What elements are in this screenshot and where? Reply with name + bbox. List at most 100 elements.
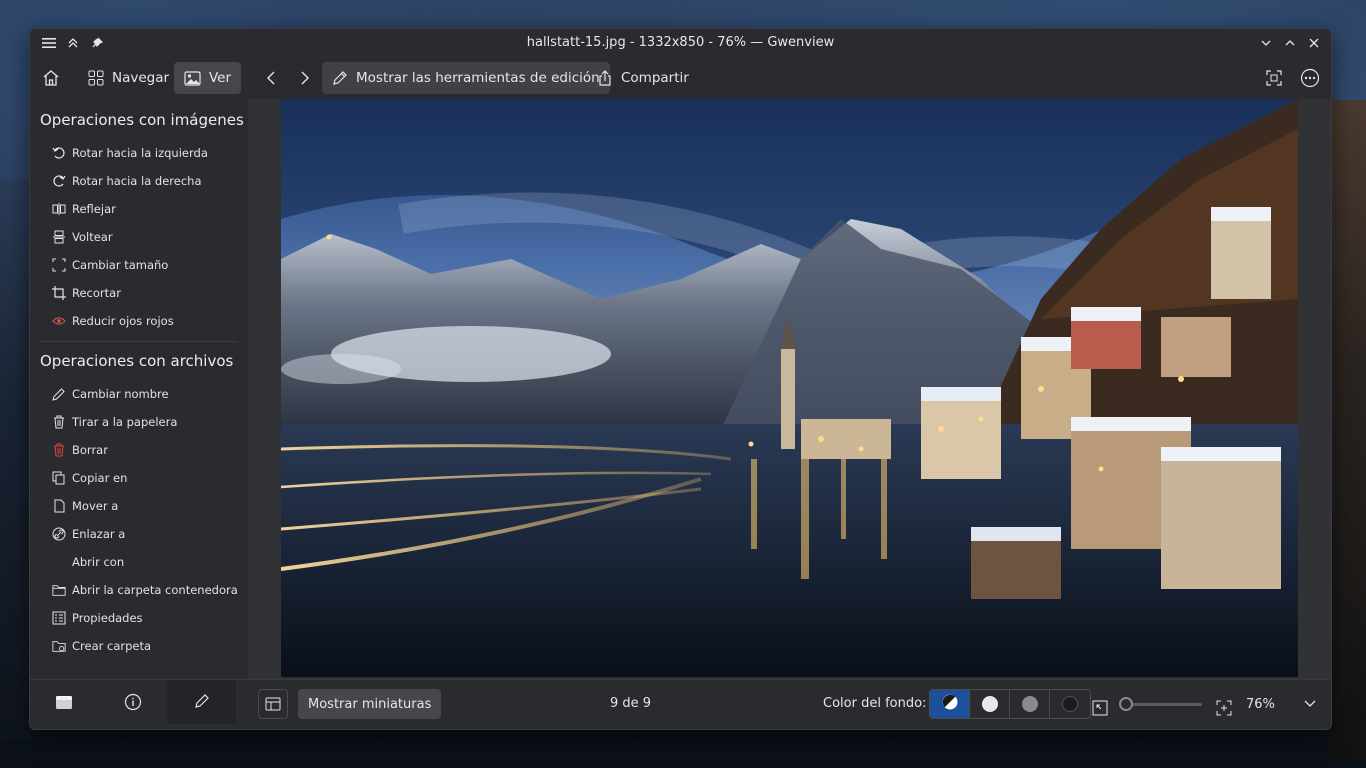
zoom-actual-size-button[interactable] xyxy=(1212,693,1236,723)
copy-to-label: Copiar en xyxy=(72,471,128,485)
show-edit-tools-button[interactable]: Mostrar las herramientas de edición xyxy=(322,62,610,94)
close-icon[interactable] xyxy=(1305,34,1323,52)
desktop-wallpaper-left xyxy=(0,180,30,740)
properties-label: Propiedades xyxy=(72,611,143,625)
browse-button[interactable]: Navegar xyxy=(78,62,179,94)
trash-action[interactable]: Tirar a la papelera xyxy=(30,408,248,436)
chevron-left-icon xyxy=(264,70,278,86)
copy-icon xyxy=(52,471,66,485)
zoom-slider-handle[interactable] xyxy=(1119,697,1133,711)
mirror-action[interactable]: Reflejar xyxy=(30,195,248,223)
pencil-tab-icon xyxy=(194,693,210,709)
hallstatt-photo[interactable] xyxy=(281,99,1298,677)
status-bar: Mostrar miniaturas 9 de 9 Color del fond… xyxy=(30,679,1331,729)
zoom-to-fit-button[interactable] xyxy=(1088,693,1112,723)
neutral-dot-icon xyxy=(1021,696,1038,712)
flip-icon xyxy=(52,230,66,244)
grid-icon xyxy=(88,70,104,86)
red-eye-label: Reducir ojos rojos xyxy=(72,314,174,328)
open-containing-folder-action[interactable]: Abrir la carpeta contenedora xyxy=(30,576,248,604)
resize-label: Cambiar tamaño xyxy=(72,258,169,272)
rotate-left-icon xyxy=(52,146,66,160)
sidebar-toggle-icon xyxy=(265,697,281,711)
red-eye-icon xyxy=(52,314,66,328)
fullscreen-button[interactable] xyxy=(1258,62,1290,94)
zoom-slider-track[interactable] xyxy=(1126,703,1202,706)
background-color-label: Color del fondo: xyxy=(823,696,927,711)
image-viewer[interactable] xyxy=(248,99,1331,679)
fullscreen-icon xyxy=(1266,70,1282,86)
properties-action[interactable]: Propiedades xyxy=(30,604,248,632)
rename-label: Cambiar nombre xyxy=(72,387,169,401)
zoom-level-combo[interactable]: 76% xyxy=(1238,689,1322,719)
previous-button[interactable] xyxy=(256,62,286,94)
open-with-action[interactable]: Abrir con xyxy=(30,548,248,576)
bg-dark-option[interactable] xyxy=(1050,690,1090,718)
bg-auto-option[interactable] xyxy=(930,690,970,718)
tab-operations[interactable] xyxy=(167,680,237,724)
show-edit-tools-label: Mostrar las herramientas de edición xyxy=(356,70,600,86)
link-to-action[interactable]: Enlazar a xyxy=(30,520,248,548)
home-icon xyxy=(42,69,60,87)
folder-new-icon xyxy=(52,639,66,653)
chevron-right-icon xyxy=(298,70,312,86)
chevron-down-icon xyxy=(1304,700,1316,708)
share-icon xyxy=(597,69,613,87)
crop-action[interactable]: Recortar xyxy=(30,279,248,307)
next-button[interactable] xyxy=(290,62,320,94)
desktop-wallpaper-right xyxy=(1330,100,1366,760)
bg-neutral-option[interactable] xyxy=(1010,690,1050,718)
toggle-sidebar-button[interactable] xyxy=(258,689,288,719)
delete-action[interactable]: Borrar xyxy=(30,436,248,464)
flip-label: Voltear xyxy=(72,230,113,244)
link-icon xyxy=(52,527,66,541)
red-eye-action[interactable]: Reducir ojos rojos xyxy=(30,307,248,335)
more-options-button[interactable] xyxy=(1292,62,1328,94)
flip-action[interactable]: Voltear xyxy=(30,223,248,251)
browse-label: Navegar xyxy=(112,70,170,86)
share-label: Compartir xyxy=(621,70,689,86)
image-position: 9 de 9 xyxy=(610,696,652,711)
properties-icon xyxy=(52,611,66,625)
share-button[interactable]: Compartir xyxy=(587,62,699,94)
section-divider xyxy=(40,341,238,342)
maximize-icon[interactable] xyxy=(1281,34,1299,52)
move-icon xyxy=(52,499,66,513)
crop-icon xyxy=(52,286,66,300)
resize-icon xyxy=(52,258,66,272)
dark-dot-icon xyxy=(1062,696,1078,712)
create-folder-action[interactable]: Crear carpeta xyxy=(30,632,248,660)
mirror-label: Reflejar xyxy=(72,202,116,216)
folder-icon xyxy=(52,583,66,597)
view-button[interactable]: Ver xyxy=(174,62,242,94)
image-operations-title: Operaciones con imágenes xyxy=(40,111,244,129)
zoom-level-value: 76% xyxy=(1246,696,1275,712)
show-thumbnails-button[interactable]: Mostrar miniaturas xyxy=(298,689,442,719)
rotate-right-action[interactable]: Rotar hacia la derecha xyxy=(30,167,248,195)
tab-information[interactable] xyxy=(99,680,168,724)
overflow-menu-icon xyxy=(1300,68,1320,88)
resize-action[interactable]: Cambiar tamaño xyxy=(30,251,248,279)
pencil-icon xyxy=(332,70,348,86)
trash-label: Tirar a la papelera xyxy=(72,415,178,429)
tab-folders[interactable] xyxy=(30,680,99,724)
rename-action[interactable]: Cambiar nombre xyxy=(30,380,248,408)
create-folder-label: Crear carpeta xyxy=(72,639,152,653)
minimize-icon[interactable] xyxy=(1257,34,1275,52)
sidebar: Operaciones con imágenes Rotar hacia la … xyxy=(30,99,248,679)
bg-light-option[interactable] xyxy=(970,690,1010,718)
rotate-right-icon xyxy=(52,174,66,188)
view-label: Ver xyxy=(209,70,232,86)
rotate-left-label: Rotar hacia la izquierda xyxy=(72,146,208,160)
sidebar-tabs xyxy=(30,680,237,724)
open-with-label: Abrir con xyxy=(72,555,125,569)
rotate-left-action[interactable]: Rotar hacia la izquierda xyxy=(30,139,248,167)
file-operations-title: Operaciones con archivos xyxy=(40,352,234,370)
title-bar: hallstatt-15.jpg - 1332x850 - 76% — Gwen… xyxy=(30,29,1331,57)
gwenview-window: hallstatt-15.jpg - 1332x850 - 76% — Gwen… xyxy=(29,28,1332,730)
copy-to-action[interactable]: Copiar en xyxy=(30,464,248,492)
move-to-label: Mover a xyxy=(72,499,119,513)
delete-label: Borrar xyxy=(72,443,108,457)
home-button[interactable] xyxy=(34,62,68,94)
move-to-action[interactable]: Mover a xyxy=(30,492,248,520)
